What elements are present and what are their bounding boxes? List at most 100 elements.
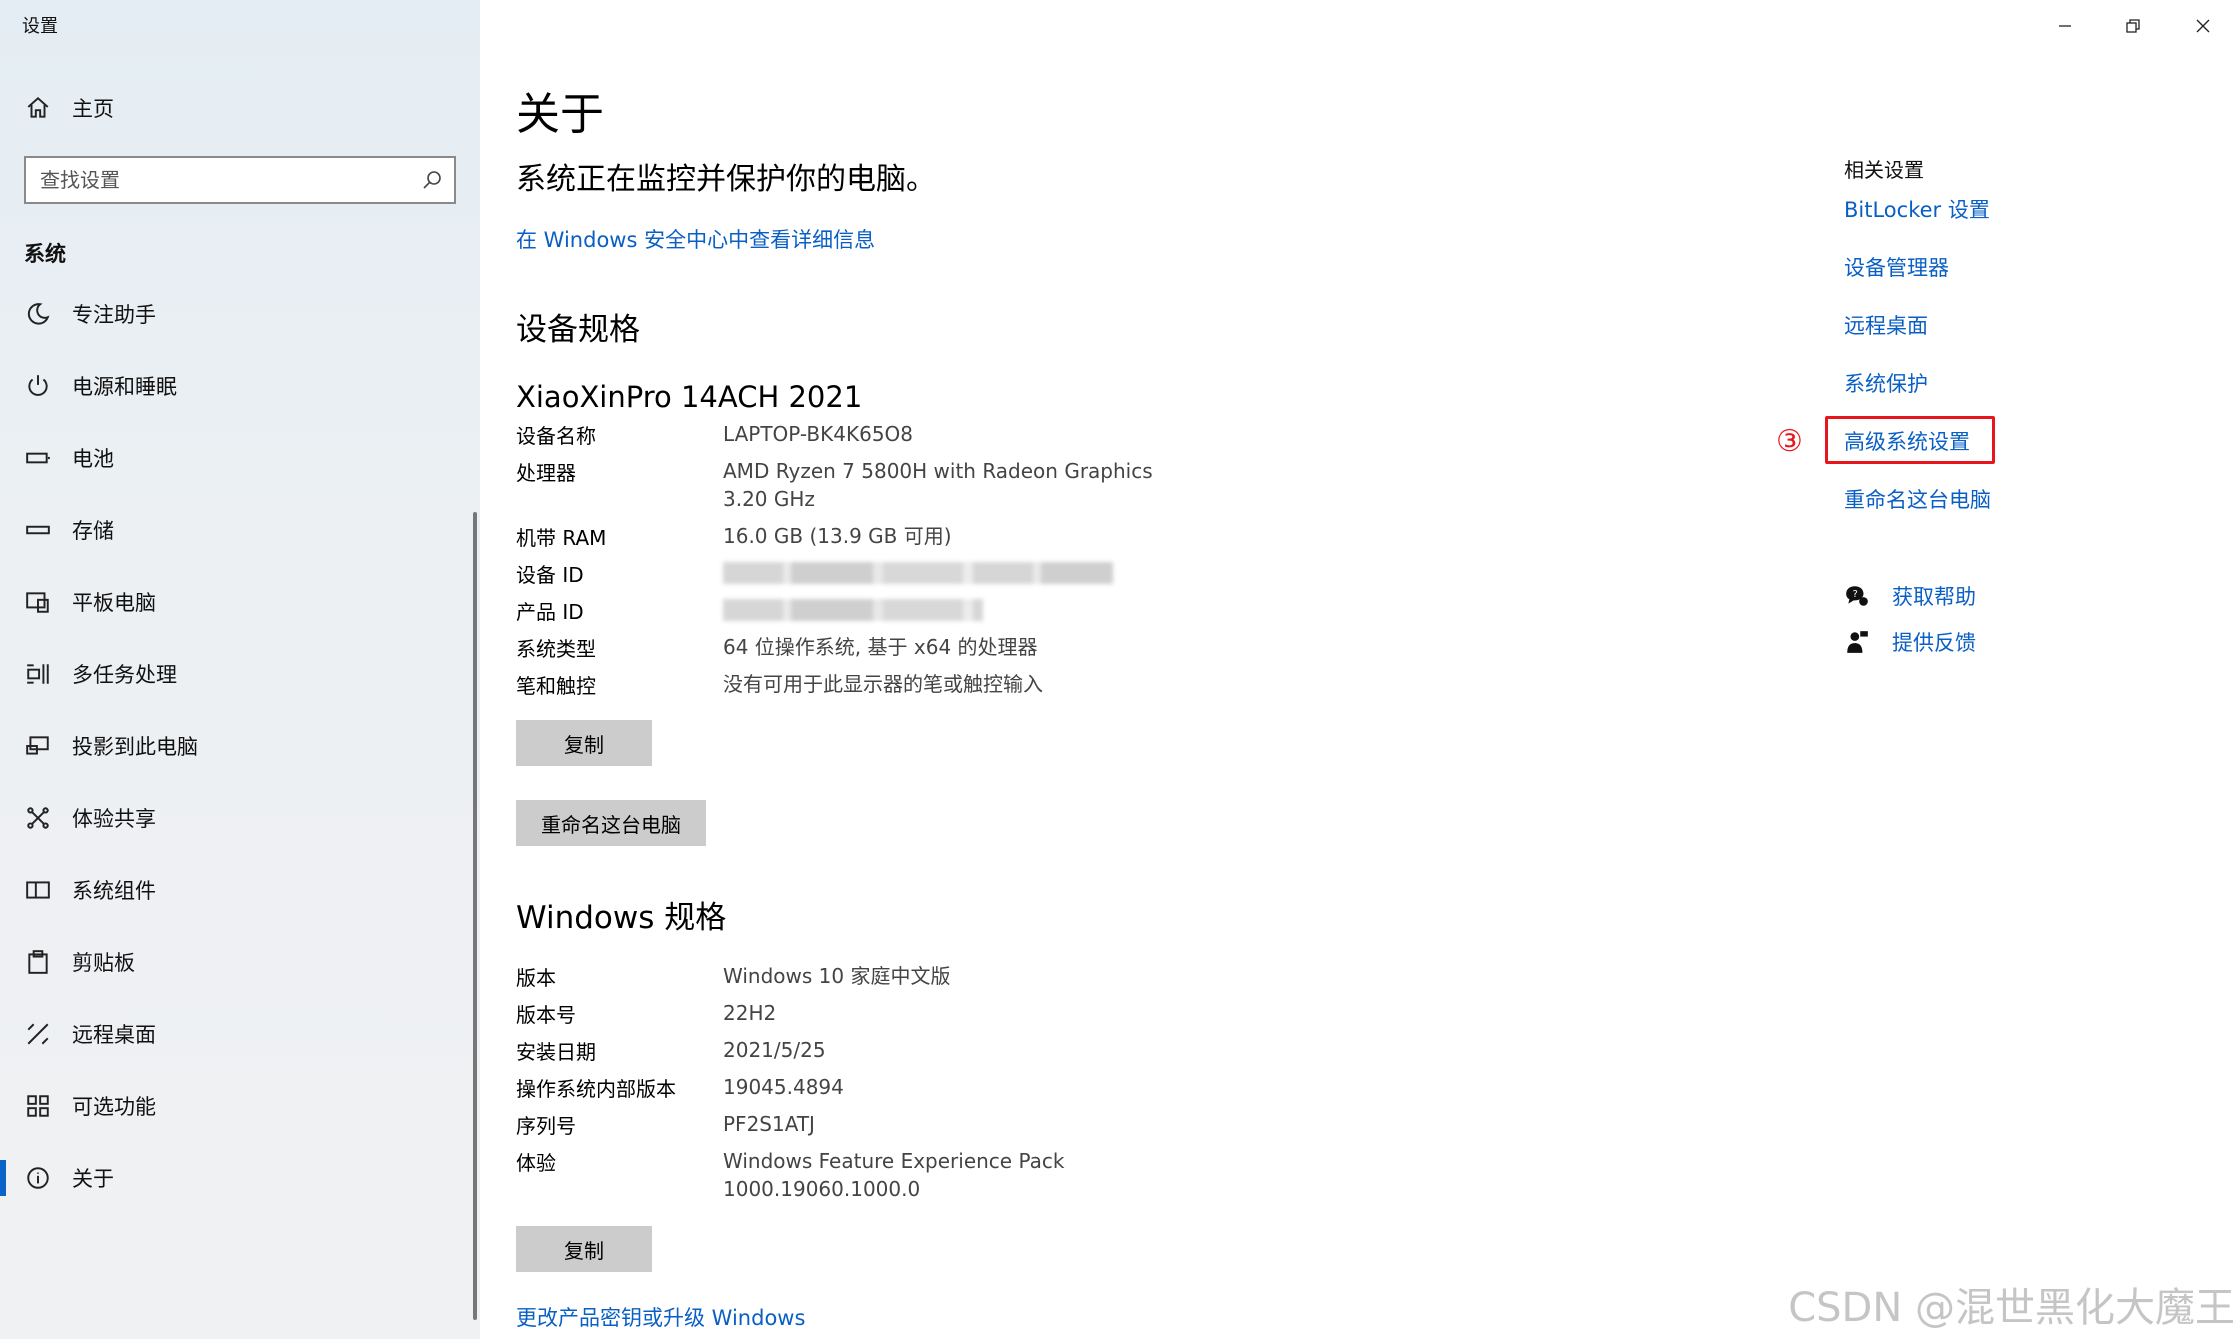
sidebar-item-label: 体验共享 bbox=[72, 807, 156, 831]
sidebar-item-label: 主页 bbox=[72, 97, 114, 121]
section-title: 系统 bbox=[24, 242, 66, 266]
spec-value-line: 3.20 GHz bbox=[723, 487, 815, 511]
rename-pc-link[interactable]: 重命名这台电脑 bbox=[1844, 484, 1991, 514]
sidebar-item-focus-assist[interactable]: 专注助手 bbox=[0, 286, 480, 342]
sidebar: 设置 主页 系统 专注助手 电源和睡眠 电池 存储 平板电脑 多任务处理 bbox=[0, 0, 480, 1339]
close-button[interactable] bbox=[2180, 8, 2226, 44]
feedback-row[interactable]: 提供反馈 bbox=[1844, 626, 1976, 658]
sidebar-item-label: 电源和睡眠 bbox=[72, 375, 177, 399]
spec-value: AMD Ryzen 7 5800H with Radeon Graphics 3… bbox=[723, 457, 1153, 513]
active-indicator bbox=[0, 1160, 6, 1196]
battery-icon bbox=[24, 444, 52, 472]
sidebar-scrollbar[interactable] bbox=[473, 512, 477, 1320]
system-protection-link[interactable]: 系统保护 bbox=[1844, 368, 1928, 398]
components-icon bbox=[24, 876, 52, 904]
sidebar-item-share[interactable]: 体验共享 bbox=[0, 790, 480, 846]
sidebar-item-clipboard[interactable]: 剪贴板 bbox=[0, 934, 480, 990]
features-icon bbox=[24, 1092, 52, 1120]
power-icon bbox=[24, 372, 52, 400]
info-icon bbox=[24, 1164, 52, 1192]
advanced-system-settings-link[interactable]: 高级系统设置 bbox=[1844, 426, 1970, 456]
search-icon[interactable] bbox=[420, 168, 444, 192]
spec-value: PF2S1ATJ bbox=[723, 1112, 815, 1136]
copy-device-spec-button[interactable]: 复制 bbox=[516, 720, 652, 766]
spec-key: 笔和触控 bbox=[516, 674, 596, 698]
restore-button[interactable] bbox=[2110, 8, 2156, 44]
restore-icon bbox=[2126, 19, 2140, 33]
step-marker: ③ bbox=[1776, 424, 1803, 459]
get-help-row[interactable]: ? 获取帮助 bbox=[1844, 580, 1976, 612]
spec-value: 16.0 GB (13.9 GB 可用) bbox=[723, 524, 952, 548]
tablet-icon bbox=[24, 588, 52, 616]
feedback-icon bbox=[1847, 631, 1868, 653]
sidebar-item-storage[interactable]: 存储 bbox=[0, 502, 480, 558]
spec-value-redacted bbox=[723, 559, 1113, 591]
spec-key: 处理器 bbox=[516, 461, 576, 485]
sidebar-item-power[interactable]: 电源和睡眠 bbox=[0, 358, 480, 414]
spec-key: 系统类型 bbox=[516, 637, 596, 661]
spec-value-redacted bbox=[723, 596, 983, 628]
security-center-link[interactable]: 在 Windows 安全中心中查看详细信息 bbox=[516, 224, 875, 254]
sidebar-item-components[interactable]: 系统组件 bbox=[0, 862, 480, 918]
spec-value: 没有可用于此显示器的笔或触控输入 bbox=[723, 672, 1043, 696]
share-icon bbox=[24, 804, 52, 832]
spec-value-line: Windows Feature Experience Pack bbox=[723, 1149, 1065, 1173]
sidebar-item-label: 投影到此电脑 bbox=[72, 735, 198, 759]
sidebar-item-multitask[interactable]: 多任务处理 bbox=[0, 646, 480, 702]
sidebar-item-tablet[interactable]: 平板电脑 bbox=[0, 574, 480, 630]
spec-value: Windows 10 家庭中文版 bbox=[723, 964, 951, 988]
sidebar-item-label: 电池 bbox=[72, 447, 114, 471]
spec-key: 安装日期 bbox=[516, 1040, 596, 1064]
sidebar-item-label: 多任务处理 bbox=[72, 663, 177, 687]
search-box[interactable] bbox=[24, 156, 456, 204]
device-manager-link[interactable]: 设备管理器 bbox=[1844, 252, 1949, 282]
remote-desktop-link[interactable]: 远程桌面 bbox=[1844, 310, 1928, 340]
project-icon bbox=[24, 732, 52, 760]
sidebar-item-battery[interactable]: 电池 bbox=[0, 430, 480, 486]
sidebar-item-remote[interactable]: 远程桌面 bbox=[0, 1006, 480, 1062]
spec-value-line: 1000.19060.1000.0 bbox=[723, 1177, 921, 1201]
sidebar-item-label: 关于 bbox=[72, 1167, 114, 1191]
app-title: 设置 bbox=[22, 16, 58, 37]
spec-key: 体验 bbox=[516, 1151, 556, 1175]
spec-key: 版本 bbox=[516, 966, 556, 990]
spec-key: 设备名称 bbox=[516, 424, 596, 448]
search-input[interactable] bbox=[26, 160, 406, 200]
sidebar-item-project[interactable]: 投影到此电脑 bbox=[0, 718, 480, 774]
sidebar-item-label: 存储 bbox=[72, 519, 114, 543]
protection-status: 系统正在监控并保护你的电脑。 bbox=[516, 162, 936, 197]
sidebar-item-label: 专注助手 bbox=[72, 303, 156, 327]
feedback-link[interactable]: 提供反馈 bbox=[1892, 627, 1976, 657]
spec-key: 产品 ID bbox=[516, 600, 584, 624]
page-title: 关于 bbox=[516, 89, 604, 140]
related-settings-heading: 相关设置 bbox=[1844, 158, 1924, 182]
spec-key: 机带 RAM bbox=[516, 526, 607, 550]
redacted-blur bbox=[723, 599, 983, 621]
spec-value: 64 位操作系统, 基于 x64 的处理器 bbox=[723, 635, 1038, 659]
redacted-blur bbox=[723, 562, 1113, 584]
sidebar-item-features[interactable]: 可选功能 bbox=[0, 1078, 480, 1134]
windows-spec-heading: Windows 规格 bbox=[516, 900, 727, 936]
minimize-button[interactable] bbox=[2042, 8, 2088, 44]
upgrade-windows-link[interactable]: 更改产品密钥或升级 Windows bbox=[516, 1302, 805, 1332]
help-chat-icon: ? bbox=[1846, 586, 1868, 606]
spec-value: Windows Feature Experience Pack 1000.190… bbox=[723, 1147, 1064, 1203]
device-spec-heading: 设备规格 bbox=[516, 312, 640, 348]
sidebar-item-label: 可选功能 bbox=[72, 1095, 156, 1119]
rename-pc-button[interactable]: 重命名这台电脑 bbox=[516, 800, 706, 846]
spec-key: 版本号 bbox=[516, 1003, 576, 1027]
sidebar-item-about[interactable]: 关于 bbox=[0, 1150, 480, 1206]
spec-key: 序列号 bbox=[516, 1114, 576, 1138]
home-icon bbox=[24, 94, 52, 122]
bitlocker-link[interactable]: BitLocker 设置 bbox=[1844, 194, 1990, 224]
moon-icon bbox=[24, 300, 52, 328]
sidebar-item-label: 远程桌面 bbox=[72, 1023, 156, 1047]
copy-windows-spec-button[interactable]: 复制 bbox=[516, 1226, 652, 1272]
storage-icon bbox=[24, 516, 52, 544]
spec-value: 19045.4894 bbox=[723, 1075, 844, 1099]
sidebar-item-home[interactable]: 主页 bbox=[0, 80, 480, 136]
get-help-link[interactable]: 获取帮助 bbox=[1892, 581, 1976, 611]
spec-key: 设备 ID bbox=[516, 563, 584, 587]
minimize-icon bbox=[2059, 25, 2071, 27]
spec-value: 2021/5/25 bbox=[723, 1038, 826, 1062]
